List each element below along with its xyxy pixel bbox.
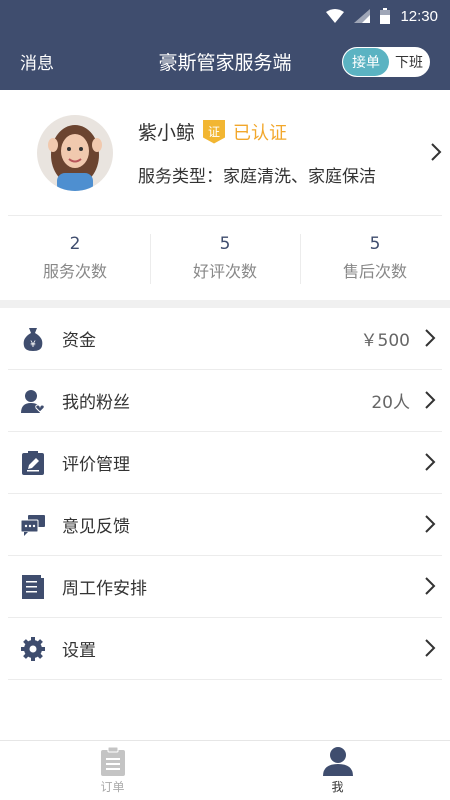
- stat-label: 服务次数: [42, 262, 107, 281]
- stat-label: 售后次数: [342, 262, 407, 281]
- verified-label: 已认证: [233, 122, 288, 144]
- stat-label: 好评次数: [192, 262, 257, 281]
- app-header: 消息 豪斯管家服务端 接单 下班: [0, 32, 450, 90]
- chevron-right-icon: [425, 391, 436, 409]
- tab-orders[interactable]: 订单: [0, 741, 225, 800]
- service-type: 服务类型：家庭清洗、家庭保洁: [138, 167, 376, 187]
- name-row: 紫小鲸 证 已认证: [138, 118, 376, 145]
- menu-item-label: 设置: [62, 641, 96, 661]
- chevron-right-icon: [425, 329, 436, 347]
- battery-icon: [380, 8, 391, 24]
- stat-value: 2: [69, 234, 81, 254]
- menu-list: ¥ 资金 ￥500 我的粉丝 20人 评价管理 意见反馈 周工作安排 设置: [0, 308, 450, 680]
- tab-me[interactable]: 我: [225, 741, 450, 800]
- work-status-toggle[interactable]: 接单 下班: [342, 47, 430, 77]
- gear-icon: [20, 636, 46, 662]
- funds-value: ￥500: [360, 331, 410, 351]
- status-time: 12:30: [400, 7, 438, 25]
- clipboard-edit-icon: [20, 450, 46, 476]
- menu-item-label: 意见反馈: [62, 517, 130, 537]
- avatar[interactable]: [37, 114, 113, 191]
- schedule-book-icon: [20, 574, 46, 600]
- bottom-tab-bar: 订单 我: [0, 740, 450, 800]
- profile-card[interactable]: 紫小鲸 证 已认证 服务类型：家庭清洗、家庭保洁: [8, 90, 442, 216]
- chevron-right-icon: [425, 639, 436, 657]
- chevron-right-icon: [431, 143, 442, 161]
- stat-value: 5: [369, 234, 381, 254]
- stat-after-sales-count[interactable]: 5 售后次数: [300, 234, 450, 284]
- user-name: 紫小鲸: [138, 122, 196, 144]
- chat-bubbles-icon: [20, 512, 46, 538]
- chevron-right-icon: [425, 515, 436, 533]
- menu-item-reviews[interactable]: 评价管理: [8, 432, 442, 494]
- tab-label: 订单: [100, 780, 125, 794]
- menu-item-settings[interactable]: 设置: [8, 618, 442, 680]
- followers-value: 20人: [371, 393, 410, 413]
- toggle-off-duty[interactable]: 下班: [389, 52, 429, 72]
- messages-button[interactable]: 消息: [20, 49, 54, 74]
- stat-service-count[interactable]: 2 服务次数: [0, 234, 150, 282]
- menu-item-label: 评价管理: [62, 455, 130, 475]
- money-bag-icon: ¥: [20, 326, 46, 352]
- svg-text:¥: ¥: [30, 340, 36, 350]
- toggle-accept-orders[interactable]: 接单: [343, 48, 389, 76]
- stat-good-review-count[interactable]: 5 好评次数: [150, 234, 300, 284]
- tab-label: 我: [331, 780, 344, 794]
- signal-icon: [354, 9, 371, 23]
- clipboard-icon: [100, 746, 125, 776]
- chevron-right-icon: [425, 577, 436, 595]
- wifi-icon: [326, 9, 345, 23]
- stat-value: 5: [219, 234, 231, 254]
- user-heart-icon: [20, 388, 46, 414]
- menu-item-feedback[interactable]: 意见反馈: [8, 494, 442, 556]
- menu-item-funds[interactable]: ¥ 资金 ￥500: [8, 308, 442, 370]
- menu-item-weekly-schedule[interactable]: 周工作安排: [8, 556, 442, 618]
- chevron-right-icon: [425, 453, 436, 471]
- menu-item-followers[interactable]: 我的粉丝 20人: [8, 370, 442, 432]
- stats-row: 2 服务次数 5 好评次数 5 售后次数: [0, 216, 450, 300]
- menu-item-label: 我的粉丝: [62, 393, 130, 413]
- status-bar: 12:30: [0, 0, 450, 32]
- menu-item-label: 周工作安排: [62, 579, 147, 599]
- profile-info: 紫小鲸 证 已认证 服务类型：家庭清洗、家庭保洁: [138, 118, 376, 187]
- certified-badge-icon: 证: [203, 119, 226, 144]
- person-icon: [322, 747, 353, 776]
- section-divider: [0, 300, 450, 308]
- menu-item-label: 资金: [62, 331, 96, 351]
